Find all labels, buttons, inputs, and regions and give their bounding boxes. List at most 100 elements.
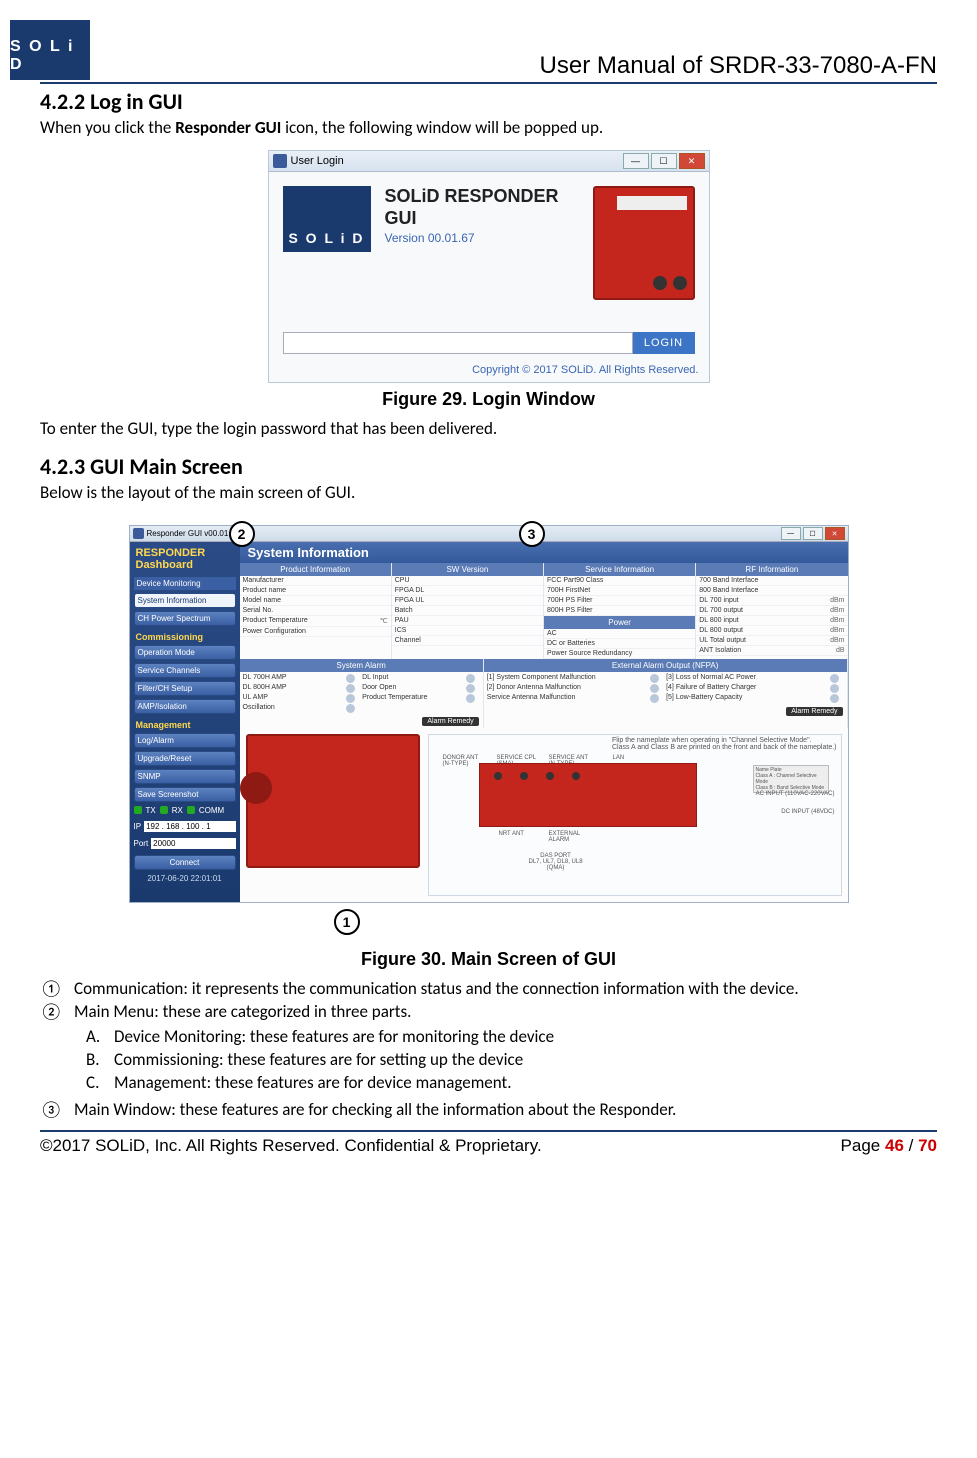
u: dBm [830,637,844,644]
k: [2] Donor Antenna Malfunction [487,684,648,693]
alarm-led [346,674,355,683]
panel-sw-version: SW Version CPU FPGA DL FPGA UL Batch PAU… [392,563,544,659]
sidebar-item-snmp[interactable]: SNMP [134,769,236,784]
k: 800H PS Filter [547,607,593,614]
page-number: Page 46 / 70 [841,1136,937,1156]
u: dBm [830,607,844,614]
content-title: System Information [240,542,848,563]
panel-rf-info: RF Information 700 Band Interface 800 Ba… [696,563,847,659]
version-label: Version 00.01.67 [385,231,573,245]
u: dBm [830,597,844,604]
alarm-led [466,684,475,693]
system-alarm: System Alarm DL 700H AMP DL Input DL 800… [240,659,484,728]
alarm-led [346,684,355,693]
main-window: Responder GUI v00.01.72 — ☐ ✕ RESPONDER … [129,525,849,903]
footer-left: ©2017 SOLiD, Inc. All Rights Reserved. C… [40,1136,542,1156]
k: DL 800 input [699,617,738,624]
u: dBm [830,627,844,634]
device-schematic: Flip the nameplate when operating in "Ch… [428,734,842,896]
alarm-led [650,684,659,693]
k: Oscillation [243,704,345,713]
k: DC or Batteries [547,640,595,647]
maximize-button[interactable]: ☐ [803,527,823,540]
panel-h: SW Version [392,563,543,576]
item-2c: Management: these features are for devic… [114,1072,512,1093]
k: ANT Isolation [699,647,741,654]
sidebar-item-filter[interactable]: Filter/CH Setup [134,681,236,696]
k: DL 800 output [699,627,743,634]
alarm-led [830,694,839,703]
panel-svc-power: Service Information FCC Part90 Class 700… [544,563,696,659]
lbl-ext: EXTERNAL ALARM [549,831,581,843]
k: Channel [395,637,421,644]
sidebar-item-amp[interactable]: AMP/Isolation [134,699,236,714]
close-button[interactable]: ✕ [679,153,705,169]
pg-total: 70 [918,1136,937,1155]
login-logo: S O L i D [283,186,371,252]
sidebar-item-log[interactable]: Log/Alarm [134,733,236,748]
rx-led [160,806,168,814]
sidebar-item-save-screenshot[interactable]: Save Screenshot [134,787,236,802]
marker: ② [40,1001,74,1022]
k: DL 700H AMP [243,674,345,683]
panel-h: Product Information [240,563,391,576]
sidebar-title: RESPONDER Dashboard [134,546,236,575]
main-title: Responder GUI v00.01.72 [147,529,240,538]
alarm-led [830,674,839,683]
k: Serial No. [243,607,274,614]
k: DL 700 output [699,607,743,614]
k: Door Open [362,684,464,693]
alarm-h: System Alarm [240,659,483,672]
sidebar-item-system-info[interactable]: System Information [134,593,236,608]
maximize-button[interactable]: ☐ [651,153,677,169]
np-line: Class A : Channel Selective Mode [756,773,826,785]
k: 700 Band Interface [699,577,758,584]
lbl-das: DAS PORT DL7, UL7, DL8, UL8 (QMA) [529,853,583,871]
solid-logo: S O L i D [10,20,90,80]
k: [3] Loss of Normal AC Power [666,674,827,683]
k: FPGA DL [395,587,425,594]
lbl-ac: AC INPUT (110VAC-220VAC) [756,791,835,797]
marker: ③ [40,1099,74,1120]
k: FPGA UL [395,597,425,604]
u: dB [836,647,845,654]
k: Power Source Redundancy [547,650,632,657]
k: FCC Part90 Class [547,577,603,584]
close-button[interactable]: ✕ [825,527,845,540]
content-area: System Information Product Information M… [240,542,848,902]
comm-status: TX RX COMM [134,806,236,815]
section-422-intro: When you click the Responder GUI icon, t… [40,117,937,138]
page: S O L i D User Manual of SRDR-33-7080-A-… [0,0,977,1166]
sidebar: RESPONDER Dashboard Device Monitoring Sy… [130,542,240,902]
k: DL 800H AMP [243,684,345,693]
lbl-dc: DC INPUT (48VDC) [781,809,834,815]
port-label: Port [134,839,149,848]
t-bold: Responder GUI [175,117,281,138]
k: ICS [395,627,407,634]
alarm-remedy-button[interactable]: Alarm Remedy [422,717,478,726]
k: DL Input [362,674,464,683]
connect-button[interactable]: Connect [134,855,236,870]
sidebar-item-service-channels[interactable]: Service Channels [134,663,236,678]
app-icon [273,154,287,168]
doc-title: User Manual of SRDR-33-7080-A-FN [540,52,937,80]
panel-h: Service Information [544,563,695,576]
alarm-remedy-button[interactable]: Alarm Remedy [786,707,842,716]
sidebar-item-upgrade[interactable]: Upgrade/Reset [134,751,236,766]
login-titlebar: User Login — ☐ ✕ [269,151,709,172]
ip-field[interactable]: 192 . 168 . 100 . 1 [144,821,235,832]
k: Power Configuration [243,628,306,635]
login-button[interactable]: LOGIN [633,332,695,354]
minimize-button[interactable]: — [623,153,649,169]
sidebar-item-operation-mode[interactable]: Operation Mode [134,645,236,660]
k: [1] System Component Malfunction [487,674,648,683]
sidebar-item-ch-power[interactable]: CH Power Spectrum [134,611,236,626]
sidebar-group-management: Management [136,720,236,730]
panel-h-power: Power [544,616,695,629]
minimize-button[interactable]: — [781,527,801,540]
port-field[interactable]: 20000 [151,838,235,849]
nameplate: Name Plate Class A : Channel Selective M… [753,765,829,793]
k: CPU [395,577,410,584]
password-input[interactable] [283,332,633,354]
section-422-after: To enter the GUI, type the login passwor… [40,418,937,439]
